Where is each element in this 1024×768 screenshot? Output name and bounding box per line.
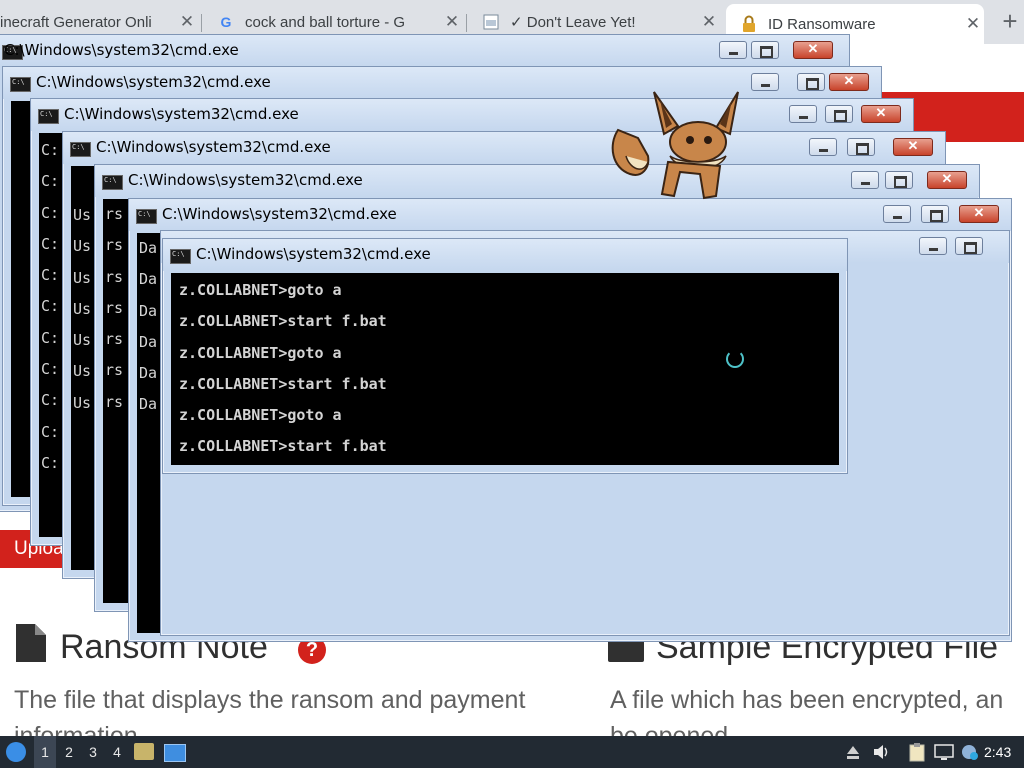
cmd-icon bbox=[102, 175, 123, 190]
window-title: C:\Windows\system32\cmd.exe bbox=[196, 245, 431, 263]
workspace-4[interactable]: 4 bbox=[106, 736, 128, 768]
loading-spinner-icon bbox=[726, 350, 744, 368]
minimize-button[interactable] bbox=[809, 138, 837, 156]
workspace-1[interactable]: 1 bbox=[34, 736, 56, 768]
close-button[interactable] bbox=[893, 138, 933, 156]
close-button[interactable] bbox=[829, 73, 869, 91]
ransom-note-description: The file that displays the ransom and pa… bbox=[14, 686, 526, 714]
workspace-3[interactable]: 3 bbox=[82, 736, 104, 768]
desktop-icon[interactable] bbox=[164, 744, 186, 762]
maximize-button[interactable] bbox=[885, 171, 913, 189]
minimize-button[interactable] bbox=[883, 205, 911, 223]
window-titlebar[interactable]: C:\Windows\system32\cmd.exe bbox=[163, 239, 847, 271]
cmd-icon bbox=[70, 142, 91, 157]
window-titlebar[interactable]: C:\Windows\system32\cmd.exe bbox=[0, 35, 849, 67]
ransom-note-description-2: information bbox=[14, 722, 138, 736]
minimize-button[interactable] bbox=[751, 73, 779, 91]
minimize-button[interactable] bbox=[789, 105, 817, 123]
window-title: C:\Windows\system32\cmd.exe bbox=[162, 205, 397, 223]
console-line: z.COLLABNET>start f.bat bbox=[179, 374, 387, 393]
sample-file-description: A file which has been encrypted, an bbox=[610, 686, 1004, 714]
maximize-button[interactable] bbox=[797, 73, 825, 91]
clipboard-icon[interactable] bbox=[908, 742, 926, 762]
tab-separator bbox=[201, 14, 202, 32]
cmd-icon bbox=[170, 249, 191, 264]
minimize-button[interactable] bbox=[919, 237, 947, 255]
window-titlebar[interactable]: C:\Windows\system32\cmd.exe bbox=[129, 199, 1011, 231]
new-tab-button[interactable]: + bbox=[996, 8, 1024, 36]
update-notifier-icon[interactable] bbox=[960, 742, 980, 762]
window-titlebar[interactable]: C:\Windows\system32\cmd.exe bbox=[95, 165, 979, 197]
close-button[interactable] bbox=[793, 41, 833, 59]
google-icon: G bbox=[220, 14, 232, 30]
console-line: z.COLLABNET>goto a bbox=[179, 281, 342, 299]
close-button[interactable] bbox=[927, 171, 967, 189]
start-menu-icon[interactable] bbox=[6, 742, 26, 762]
maximize-button[interactable] bbox=[825, 105, 853, 123]
window-title: C:\Windows\system32\cmd.exe bbox=[64, 105, 299, 123]
workspace-2[interactable]: 2 bbox=[58, 736, 80, 768]
taskbar: 1 2 3 4 2:43 bbox=[0, 736, 1024, 768]
maximize-button[interactable] bbox=[921, 205, 949, 223]
maximize-button[interactable] bbox=[847, 138, 875, 156]
page-icon bbox=[482, 13, 500, 31]
window-titlebar[interactable]: C:\Windows\system32\cmd.exe bbox=[63, 132, 945, 164]
tab-close-icon[interactable]: ✕ bbox=[176, 12, 198, 32]
close-button[interactable] bbox=[861, 105, 901, 123]
minimize-button[interactable] bbox=[719, 41, 747, 59]
tab-close-icon[interactable]: ✕ bbox=[962, 14, 984, 34]
window-title: C:\Windows\system32\cmd.exe bbox=[128, 171, 363, 189]
close-button[interactable] bbox=[959, 205, 999, 223]
maximize-button[interactable] bbox=[955, 237, 983, 255]
tab-close-icon[interactable]: ✕ bbox=[441, 12, 463, 32]
cmd-window-active[interactable]: C:\Windows\system32\cmd.exe z.COLLABNET>… bbox=[162, 238, 848, 474]
file-manager-icon[interactable] bbox=[134, 743, 154, 760]
window-title: C:\Windows\system32\cmd.exe bbox=[4, 41, 239, 59]
console-line: z.COLLABNET>start f.bat bbox=[179, 312, 387, 331]
sample-file-description-2: be opened. bbox=[610, 722, 736, 736]
maximize-button[interactable] bbox=[751, 41, 779, 59]
tab-title: ID Ransomware bbox=[768, 15, 876, 33]
cmd-icon bbox=[136, 209, 157, 224]
network-icon[interactable] bbox=[934, 742, 954, 762]
minimize-button[interactable] bbox=[851, 171, 879, 189]
window-title: C:\Windows\system32\cmd.exe bbox=[96, 138, 331, 156]
tab-title: ✓ Don't Leave Yet! bbox=[510, 14, 636, 31]
lock-icon bbox=[740, 15, 758, 33]
tab-separator bbox=[466, 14, 467, 32]
tab-title: cock and ball torture - G bbox=[245, 13, 406, 31]
eject-icon[interactable] bbox=[846, 742, 860, 762]
window-title: C:\Windows\system32\cmd.exe bbox=[36, 73, 271, 91]
console-line: z.COLLABNET>goto a bbox=[179, 406, 342, 425]
window-titlebar[interactable]: C:\Windows\system32\cmd.exe bbox=[31, 99, 913, 131]
window-titlebar[interactable]: C:\Windows\system32\cmd.exe bbox=[3, 67, 881, 99]
tab-close-icon[interactable]: ✕ bbox=[698, 12, 720, 32]
console-line: z.COLLABNET>start f.bat bbox=[179, 437, 387, 456]
tab-title: inecraft Generator Onli bbox=[0, 13, 152, 31]
volume-icon[interactable] bbox=[872, 742, 890, 762]
cmd-icon bbox=[10, 77, 31, 92]
console-output[interactable]: z.COLLABNET>goto a z.COLLABNET>start f.b… bbox=[171, 273, 839, 465]
eevee-sprite-icon bbox=[611, 91, 739, 200]
cmd-icon bbox=[38, 109, 59, 124]
file-icon bbox=[16, 624, 46, 667]
clock[interactable]: 2:43 bbox=[984, 736, 1011, 768]
